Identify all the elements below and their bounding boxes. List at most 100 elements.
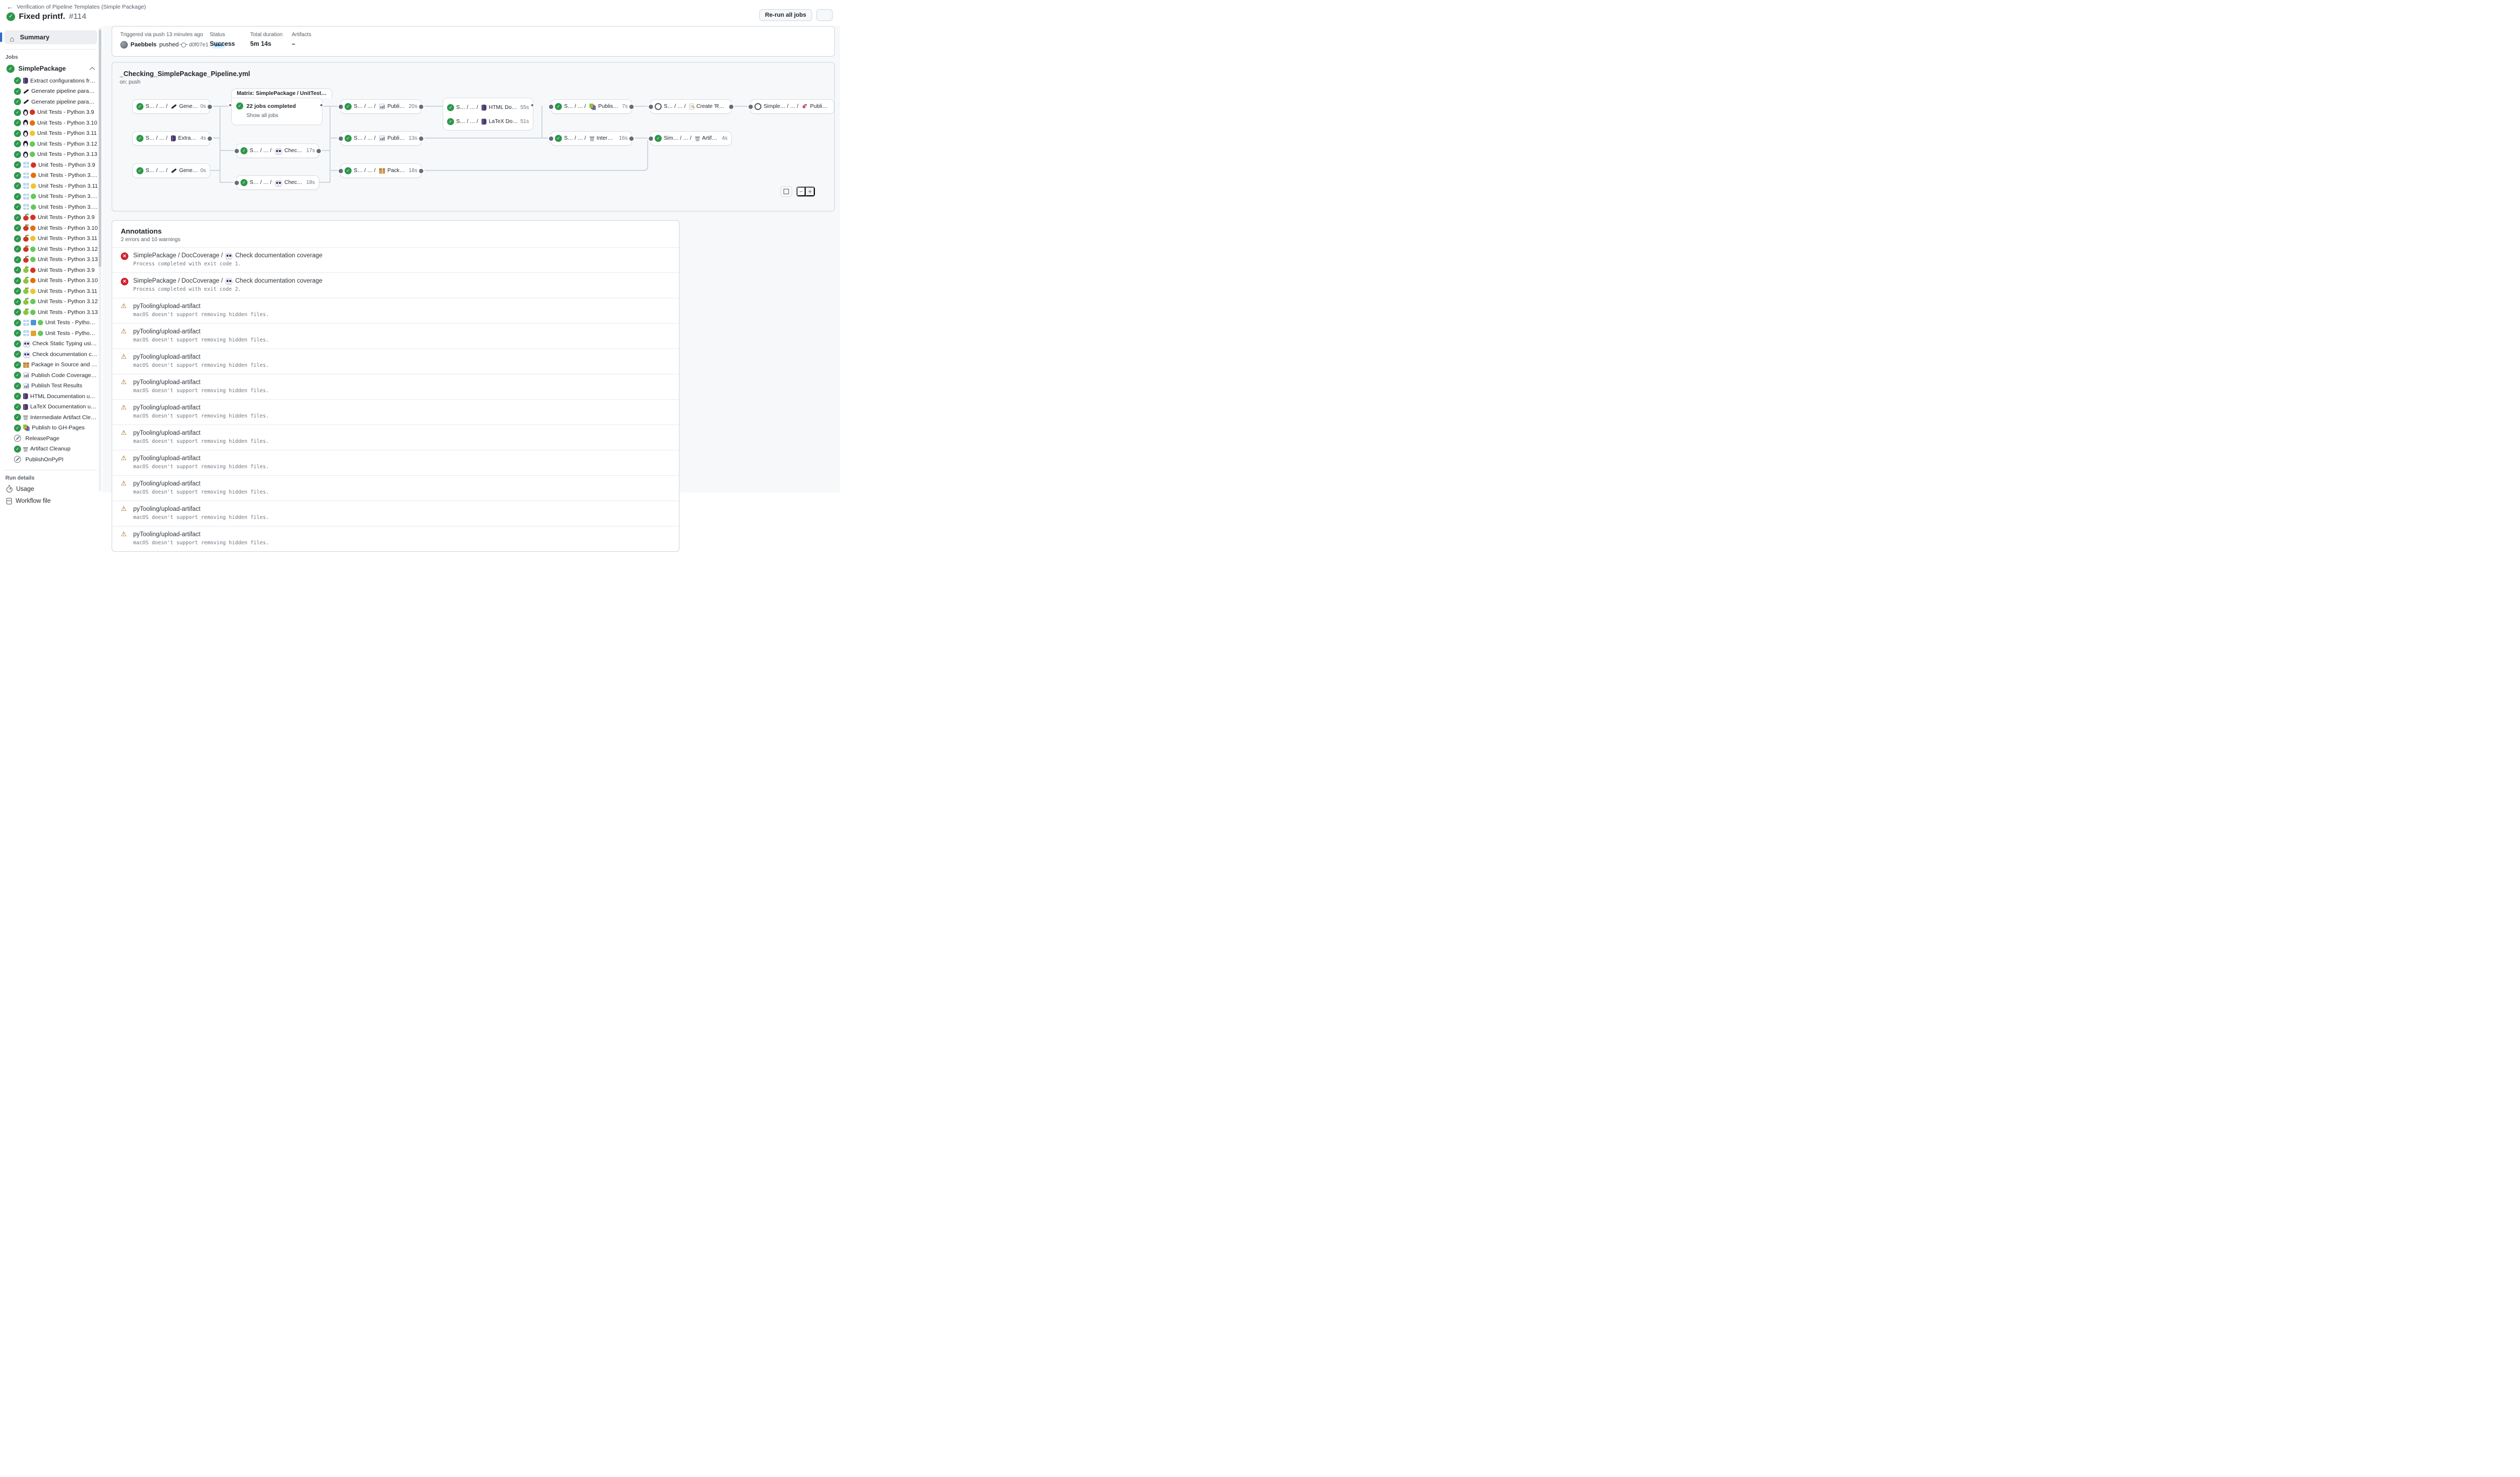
annotation-title-link[interactable]: pyTooling/upload-artifact xyxy=(133,506,269,512)
sidebar-workflow-simplepackage[interactable]: SimplePackage xyxy=(0,63,102,74)
sidebar-item-workflow-file[interactable]: Workflow file xyxy=(0,495,102,507)
pen-icon xyxy=(171,168,177,174)
annotation-row: SimplePackage / DocCoverage / Check docu… xyxy=(112,247,679,272)
sidebar-job-item[interactable]: Unit Tests - Python 3.11 xyxy=(0,128,102,139)
sidebar-job-item[interactable]: Intermediate Artifact Cleanup xyxy=(0,412,102,423)
avatar[interactable] xyxy=(120,41,128,49)
annotation-title-link[interactable]: pyTooling/upload-artifact xyxy=(133,329,269,335)
status-icon xyxy=(14,203,21,210)
graph-node-create-release-page[interactable]: S… / … / Create 'Release Pa… xyxy=(650,99,732,114)
home-icon xyxy=(10,35,16,40)
sidebar-job-item[interactable]: HTML Documentation using … xyxy=(0,391,102,402)
sidebar-job-item[interactable]: Unit Tests - Python 3.11 xyxy=(0,181,102,192)
sidebar-job-item[interactable]: Package in Source and Wheel… xyxy=(0,360,102,371)
sidebar-job-item[interactable]: Unit Tests - Python 3.13 xyxy=(0,149,102,160)
sidebar-job-item[interactable]: Unit Tests - Python 3.12 xyxy=(0,328,102,339)
graph-node-check-documentation[interactable]: S… / … / Check docume… 18s xyxy=(236,175,319,190)
sidebar-job-item[interactable]: Publish Test Results xyxy=(0,381,102,392)
sidebar-job-item[interactable]: Unit Tests - Python 3.13 xyxy=(0,307,102,318)
annotation-title-link[interactable]: pyTooling/upload-artifact xyxy=(133,405,269,411)
annotation-title-link[interactable]: pyTooling/upload-artifact xyxy=(133,455,269,462)
sidebar-job-item[interactable]: Unit Tests - Python 3.13 xyxy=(0,202,102,213)
trigger-label: Triggered via push 13 minutes ago xyxy=(120,32,210,38)
sidebar-scrollbar[interactable] xyxy=(99,27,101,491)
graph-node-generate-pipeline-params[interactable]: S… / … / Generate pipelin… 0s xyxy=(132,99,210,114)
graph-node-check-static-typing[interactable]: S… / … / Check Static Ty… 17s xyxy=(236,143,319,158)
sidebar-job-item[interactable]: Unit Tests - Python 3.10 xyxy=(0,170,102,181)
rocket-icon xyxy=(802,104,808,110)
sidebar-job-item[interactable]: Unit Tests - Python 3.12 xyxy=(0,139,102,149)
fullscreen-button[interactable] xyxy=(780,186,792,197)
graph-node-publish-to-pypi[interactable]: Simple… / … / Publish to PyPI xyxy=(750,99,834,114)
job-icons xyxy=(23,383,29,389)
sidebar-job-item[interactable]: Unit Tests - Python 3.9 xyxy=(0,160,102,170)
sidebar-job-item[interactable]: Unit Tests - Python 3.13 xyxy=(0,255,102,265)
actor-name[interactable]: Paebbels xyxy=(131,42,156,48)
sidebar-job-item[interactable]: Unit Tests - Python 3.9 xyxy=(0,265,102,276)
rerun-all-jobs-button[interactable]: Re-run all jobs xyxy=(759,9,812,21)
graph-node-publish-test-results[interactable]: S… / … / Publish Test Re… 13s xyxy=(340,131,422,146)
zoom-in-button[interactable]: + xyxy=(806,187,815,196)
annotation-title-link[interactable]: SimplePackage / DocCoverage / Check docu… xyxy=(133,252,322,259)
workflow-group-label: SimplePackage xyxy=(18,65,87,72)
graph-node-artifact-cleanup[interactable]: Sim… / … / Artifact Cleanup 4s xyxy=(650,131,732,146)
sidebar-job-item[interactable]: Unit Tests - Python 3.12 xyxy=(0,297,102,307)
sidebar-job-item[interactable]: LaTeX Documentation using … xyxy=(0,402,102,413)
job-icons xyxy=(23,78,28,84)
graph-node-publish-gh-pages[interactable]: S… / … / Publish to GH-P… 7s xyxy=(551,99,632,114)
graph-node-extract-configurations[interactable]: S… / … / Extract configur… 4s xyxy=(132,131,210,146)
sidebar-job-item[interactable]: Check documentation covera… xyxy=(0,349,102,360)
sidebar-job-item[interactable]: Generate pipeline parameters xyxy=(0,97,102,107)
sidebar-job-item[interactable]: ReleasePage xyxy=(0,433,102,444)
sidebar-job-item[interactable]: Unit Tests - Python 3.12 xyxy=(0,318,102,329)
annotation-title-link[interactable]: pyTooling/upload-artifact xyxy=(133,379,269,386)
sidebar-job-item[interactable]: Artifact Cleanup xyxy=(0,444,102,455)
sidebar-job-item[interactable]: Unit Tests - Python 3.10 xyxy=(0,276,102,286)
sidebar-job-item[interactable]: Unit Tests - Python 3.12 xyxy=(0,244,102,255)
scrollbar-thumb[interactable] xyxy=(99,30,101,267)
annotation-title-link[interactable]: pyTooling/upload-artifact xyxy=(133,481,269,487)
sidebar-job-item[interactable]: Unit Tests - Python 3.9 xyxy=(0,107,102,118)
dot-red-icon xyxy=(31,162,36,168)
annotation-title-link[interactable]: SimplePackage / DocCoverage / Check docu… xyxy=(133,278,322,284)
show-all-jobs-link[interactable]: Show all jobs xyxy=(246,113,318,119)
sidebar-job-item[interactable]: Publish to GH-Pages xyxy=(0,423,102,434)
sidebar-job-item[interactable]: Unit Tests - Python 3.12 xyxy=(0,192,102,202)
commit-hash-link[interactable]: d0f07e1 xyxy=(189,42,208,48)
graph-node-latex-documentation[interactable]: S… / … / LaTeX Docume… 51s xyxy=(447,114,529,128)
annotation-title-link[interactable]: pyTooling/upload-artifact xyxy=(133,354,269,360)
annotations-list: SimplePackage / DocCoverage / Check docu… xyxy=(112,247,679,551)
job-label: Unit Tests - Python 3.13 xyxy=(37,151,97,158)
job-icons xyxy=(23,372,29,378)
matrix-group-card[interactable]: 22 jobs completed Show all jobs xyxy=(231,98,322,125)
status-icon xyxy=(655,103,662,110)
annotation-title-link[interactable]: pyTooling/upload-artifact xyxy=(133,430,269,436)
sidebar-job-item[interactable]: Check Static Typing using Pyt… xyxy=(0,339,102,350)
sidebar-item-summary[interactable]: Summary xyxy=(4,30,97,44)
graph-node-intermediate-artifact-cleanup[interactable]: S… / … / Intermediate A… 16s xyxy=(551,131,632,146)
breadcrumb-back-link[interactable]: ← Verification of Pipeline Templates (Si… xyxy=(6,3,146,10)
sidebar-job-item[interactable]: Unit Tests - Python 3.10 xyxy=(0,118,102,128)
sidebar-job-item[interactable]: Unit Tests - Python 3.11 xyxy=(0,286,102,297)
sidebar-job-item[interactable]: Unit Tests - Python 3.11 xyxy=(0,234,102,244)
annotation-row: pyTooling/upload-artifact macOS doesn't … xyxy=(112,399,679,425)
zoom-out-button[interactable]: − xyxy=(796,187,806,196)
graph-node-package-in-source[interactable]: S… / … / Package in Sou… 18s xyxy=(340,163,422,178)
sidebar-job-item[interactable]: Publish Code Coverage Results xyxy=(0,370,102,381)
sidebar-job-item[interactable]: Generate pipeline parameters xyxy=(0,86,102,97)
sidebar-job-item[interactable]: Unit Tests - Python 3.9 xyxy=(0,213,102,223)
sidebar-item-usage[interactable]: Usage xyxy=(0,483,102,495)
annotation-title-link[interactable]: pyTooling/upload-artifact xyxy=(133,303,269,310)
graph-node-publish-code-coverage[interactable]: S… / … / Publish Code C… 20s xyxy=(340,99,422,114)
annotation-title-link[interactable]: pyTooling/upload-artifact xyxy=(133,531,269,538)
job-icons xyxy=(23,352,30,357)
annotation-row: pyTooling/upload-artifact macOS doesn't … xyxy=(112,348,679,374)
graph-node-html-documentation[interactable]: S… / … / HTML Docume… 55s xyxy=(447,100,529,114)
more-options-button[interactable] xyxy=(816,9,833,21)
sidebar-job-item[interactable]: PublishOnPyPI xyxy=(0,454,102,465)
sidebar-job-item[interactable]: Extract configurations from p… xyxy=(0,76,102,86)
sidebar-job-item[interactable]: Unit Tests - Python 3.10 xyxy=(0,223,102,234)
graph-node-generate-pipeline-params-2[interactable]: S… / … / Generate pipelin… 0s xyxy=(132,163,210,178)
annotation-row: pyTooling/upload-artifact macOS doesn't … xyxy=(112,374,679,399)
windows-icon xyxy=(23,204,29,210)
